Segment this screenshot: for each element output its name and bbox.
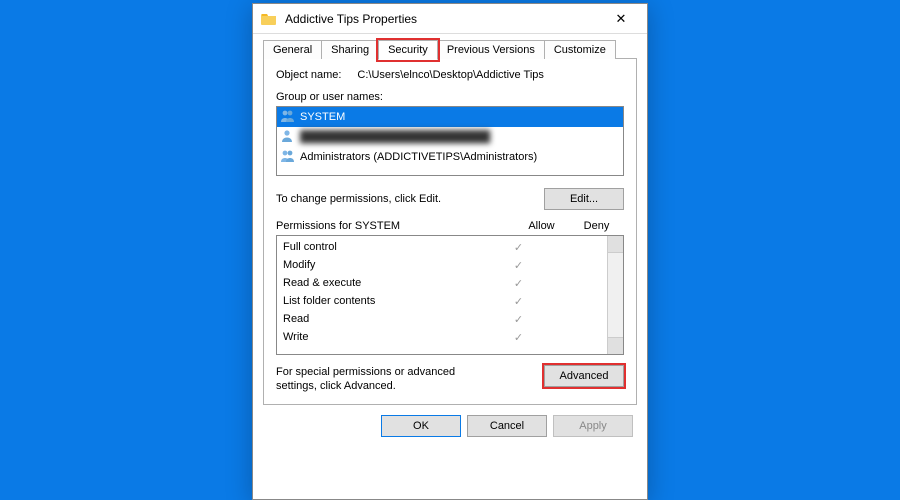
allow-check-icon: ✓	[491, 295, 546, 308]
tabstrip: General Sharing Security Previous Versio…	[263, 40, 637, 59]
allow-check-icon: ✓	[491, 259, 546, 272]
user-icon	[280, 129, 296, 145]
properties-dialog: Addictive Tips Properties ✕ General Shar…	[252, 3, 648, 500]
list-item-label: Administrators (ADDICTIVETIPS\Administra…	[300, 151, 537, 163]
tab-general[interactable]: General	[263, 40, 322, 59]
edit-button[interactable]: Edit...	[544, 188, 624, 210]
allow-column-header: Allow	[514, 220, 569, 232]
permission-row: Full control✓	[277, 238, 607, 256]
allow-check-icon: ✓	[491, 331, 546, 344]
edit-hint: To change permissions, click Edit.	[276, 193, 441, 205]
object-name-label: Object name:	[276, 69, 341, 81]
tab-security[interactable]: Security	[378, 40, 438, 60]
ok-button[interactable]: OK	[381, 415, 461, 437]
permissions-listbox: Full control✓Modify✓Read & execute✓List …	[276, 235, 624, 355]
group-user-listbox[interactable]: SYSTEM ██████████████████████████ Admini…	[276, 106, 624, 176]
tab-area: General Sharing Security Previous Versio…	[253, 34, 647, 405]
list-item[interactable]: SYSTEM	[277, 107, 623, 127]
permission-name: Modify	[283, 259, 491, 271]
permission-row: Read✓	[277, 310, 607, 328]
permission-name: Write	[283, 331, 491, 343]
permissions-for-label: Permissions for SYSTEM	[276, 220, 514, 232]
permission-name: Read & execute	[283, 277, 491, 289]
cancel-button[interactable]: Cancel	[467, 415, 547, 437]
object-name-value: C:\Users\elnco\Desktop\Addictive Tips	[357, 69, 543, 81]
group-icon	[280, 109, 296, 125]
close-button[interactable]: ✕	[599, 4, 643, 34]
advanced-button[interactable]: Advanced	[544, 365, 624, 387]
list-item[interactable]: Administrators (ADDICTIVETIPS\Administra…	[277, 147, 623, 167]
tab-customize[interactable]: Customize	[544, 40, 616, 59]
list-item[interactable]: ██████████████████████████	[277, 127, 623, 147]
folder-icon	[261, 11, 277, 27]
close-icon: ✕	[616, 11, 627, 27]
advanced-hint: For special permissions or advanced sett…	[276, 365, 496, 394]
titlebar: Addictive Tips Properties ✕	[253, 4, 647, 34]
permissions-header: Permissions for SYSTEM Allow Deny	[276, 220, 624, 232]
tab-previous-versions[interactable]: Previous Versions	[437, 40, 545, 59]
tab-body-security: Object name: C:\Users\elnco\Desktop\Addi…	[263, 58, 637, 405]
permission-name: Read	[283, 313, 491, 325]
list-item-label: SYSTEM	[300, 111, 345, 123]
list-item-label: ██████████████████████████	[300, 131, 490, 143]
allow-check-icon: ✓	[491, 241, 546, 254]
permission-name: Full control	[283, 241, 491, 253]
permission-name: List folder contents	[283, 295, 491, 307]
scrollbar[interactable]	[607, 236, 623, 354]
object-name-row: Object name: C:\Users\elnco\Desktop\Addi…	[276, 69, 624, 81]
group-icon	[280, 149, 296, 165]
permission-row: List folder contents✓	[277, 292, 607, 310]
allow-check-icon: ✓	[491, 277, 546, 290]
deny-column-header: Deny	[569, 220, 624, 232]
permissions-list: Full control✓Modify✓Read & execute✓List …	[277, 236, 607, 354]
permission-row: Read & execute✓	[277, 274, 607, 292]
permission-row: Write✓	[277, 328, 607, 346]
group-list-label: Group or user names:	[276, 91, 624, 103]
allow-check-icon: ✓	[491, 313, 546, 326]
advanced-row: For special permissions or advanced sett…	[276, 365, 624, 394]
permission-row: Modify✓	[277, 256, 607, 274]
edit-row: To change permissions, click Edit. Edit.…	[276, 188, 624, 210]
dialog-buttons: OK Cancel Apply	[253, 405, 647, 449]
apply-button[interactable]: Apply	[553, 415, 633, 437]
tab-sharing[interactable]: Sharing	[321, 40, 379, 59]
window-title: Addictive Tips Properties	[285, 12, 599, 26]
